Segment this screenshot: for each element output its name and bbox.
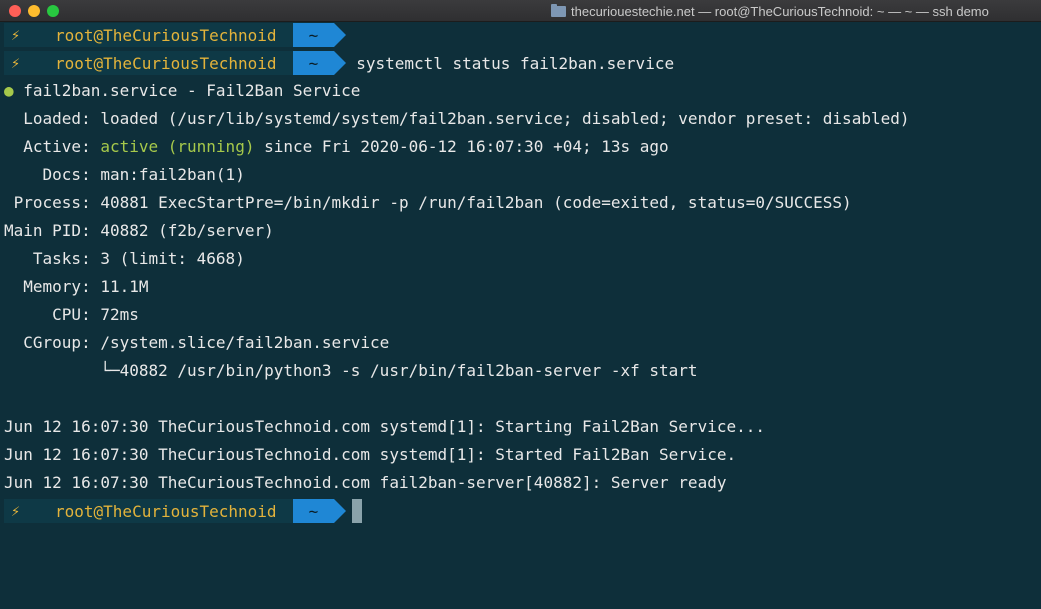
- command-text: systemctl status fail2ban.service: [356, 53, 675, 73]
- prompt-username: root@TheCuriousTechnoid: [55, 53, 277, 73]
- active-label: Active:: [4, 137, 101, 156]
- prompt-username: root@TheCuriousTechnoid: [55, 501, 277, 521]
- prompt-dir-segment: ~: [292, 51, 346, 75]
- prompt-dir: ~: [308, 53, 319, 73]
- prompt-dir-segment: ~: [292, 499, 346, 523]
- active-since: since Fri 2020-06-12 16:07:30 +04; 13s a…: [254, 137, 669, 156]
- log-line: Jun 12 16:07:30 TheCuriousTechnoid.com s…: [4, 417, 765, 436]
- prompt-line: ⚡ root@TheCuriousTechnoid ~ systemctl st…: [4, 51, 674, 75]
- prompt-user-segment: ⚡ root@TheCuriousTechnoid: [4, 23, 293, 47]
- terminal-window: thecuriouestechie.net — root@TheCuriousT…: [0, 0, 1041, 609]
- zoom-window-button[interactable]: [47, 5, 59, 17]
- service-header-text: fail2ban.service - Fail2Ban Service: [13, 81, 361, 100]
- folder-icon: [551, 3, 566, 17]
- terminal-content[interactable]: ⚡ root@TheCuriousTechnoid ~ ⚡ root@TheCu…: [0, 22, 1041, 609]
- cgroup-child-line: └─40882 /usr/bin/python3 -s /usr/bin/fai…: [4, 361, 698, 380]
- prompt-user-segment: ⚡ root@TheCuriousTechnoid: [4, 51, 293, 75]
- prompt-line: ⚡ root@TheCuriousTechnoid ~: [4, 23, 346, 47]
- minimize-window-button[interactable]: [28, 5, 40, 17]
- prompt-line: ⚡ root@TheCuriousTechnoid ~: [4, 499, 363, 523]
- docs-line: Docs: man:fail2ban(1): [4, 165, 245, 184]
- process-line: Process: 40881 ExecStartPre=/bin/mkdir -…: [4, 193, 852, 212]
- active-line: Active: active (running) since Fri 2020-…: [4, 133, 669, 161]
- prompt-user-segment: ⚡ root@TheCuriousTechnoid: [4, 499, 293, 523]
- loaded-line: Loaded: loaded (/usr/lib/systemd/system/…: [4, 109, 910, 128]
- terminal-cursor[interactable]: [352, 499, 363, 523]
- prompt-username: root@TheCuriousTechnoid: [55, 25, 277, 45]
- tasks-line: Tasks: 3 (limit: 4668): [4, 249, 245, 268]
- main-pid-line: Main PID: 40882 (f2b/server): [4, 221, 274, 240]
- log-line: Jun 12 16:07:30 TheCuriousTechnoid.com f…: [4, 473, 727, 492]
- cgroup-line: CGroup: /system.slice/fail2ban.service: [4, 333, 390, 352]
- prompt-dir-segment: ~: [292, 23, 346, 47]
- cpu-line: CPU: 72ms: [4, 305, 139, 324]
- status-dot-icon: ●: [4, 81, 14, 100]
- log-line: Jun 12 16:07:30 TheCuriousTechnoid.com s…: [4, 445, 737, 464]
- active-state: active (running): [100, 137, 255, 156]
- window-title: thecuriouestechie.net — root@TheCuriousT…: [551, 3, 989, 19]
- memory-line: Memory: 11.1M: [4, 277, 149, 296]
- prompt-dir: ~: [308, 501, 319, 521]
- title-bar: thecuriouestechie.net — root@TheCuriousT…: [0, 0, 1041, 22]
- close-window-button[interactable]: [9, 5, 21, 17]
- prompt-dir: ~: [308, 25, 319, 45]
- service-header: ● fail2ban.service - Fail2Ban Service: [4, 77, 360, 105]
- bolt-icon: ⚡: [11, 502, 21, 520]
- window-title-text: thecuriouestechie.net — root@TheCuriousT…: [571, 3, 989, 19]
- bolt-icon: ⚡: [11, 54, 21, 72]
- bolt-icon: ⚡: [11, 26, 21, 44]
